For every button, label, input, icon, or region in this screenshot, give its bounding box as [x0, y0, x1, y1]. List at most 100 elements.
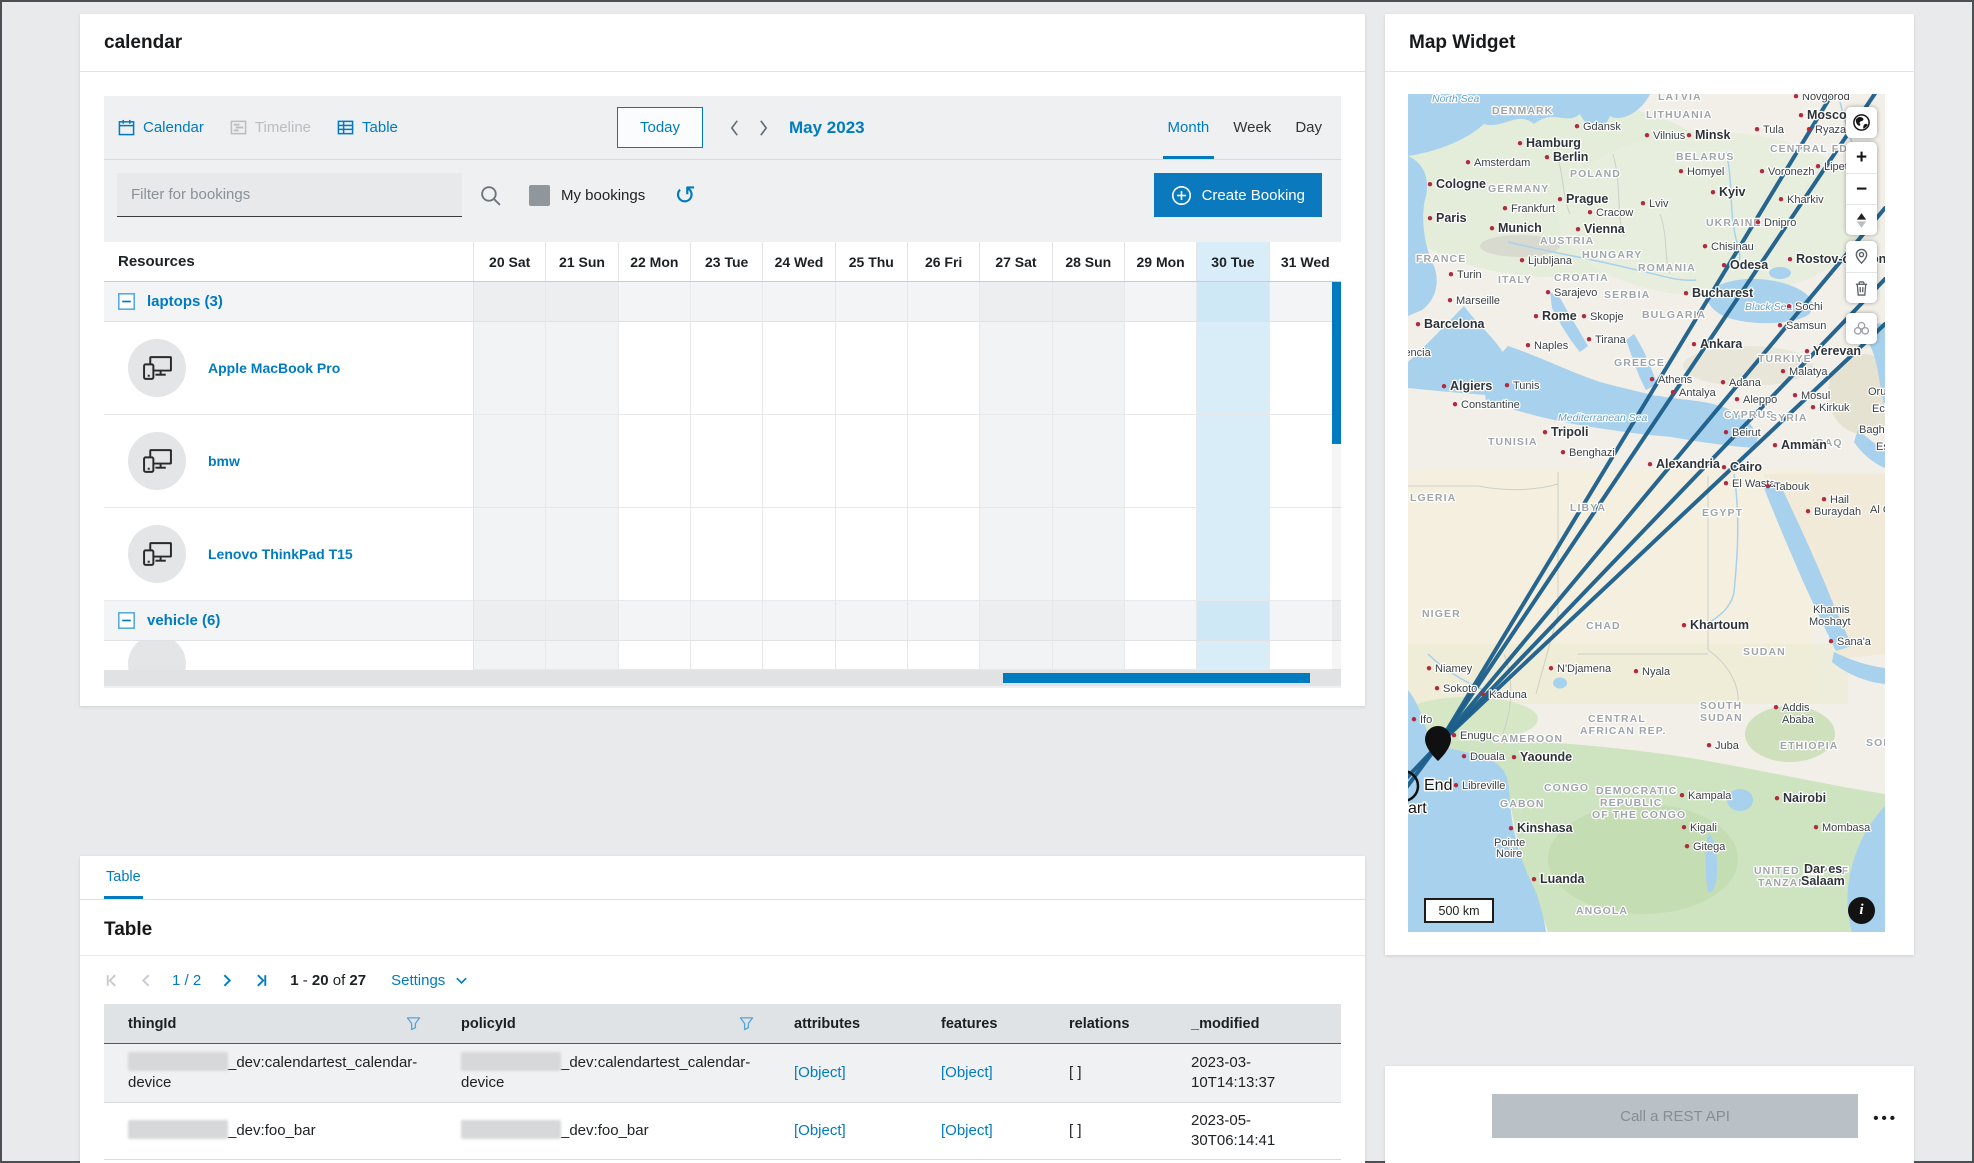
calendar-cell[interactable] — [474, 282, 547, 322]
filter-funnel-icon[interactable] — [406, 1016, 421, 1031]
calendar-cell[interactable] — [546, 601, 619, 641]
calendar-cell[interactable] — [1124, 508, 1198, 601]
calendar-cell[interactable] — [1197, 322, 1270, 415]
calendar-cell[interactable] — [690, 508, 764, 601]
calendar-cell[interactable] — [835, 641, 908, 670]
calendar-cell[interactable] — [835, 601, 908, 641]
resource-name[interactable]: Apple MacBook Pro — [208, 360, 340, 376]
calendar-cell[interactable] — [546, 282, 619, 322]
calendar-cell[interactable] — [1269, 641, 1341, 670]
calendar-cell[interactable] — [618, 415, 691, 508]
overflow-menu-icon[interactable]: ••• — [1873, 1110, 1898, 1127]
calendar-cell[interactable] — [1269, 282, 1341, 322]
table-row[interactable]: _dev:foo_bar _dev:foo_bar [Object] [Object]… — [104, 1103, 1341, 1160]
tilt-control[interactable] — [1846, 204, 1877, 235]
calendar-cell[interactable] — [980, 641, 1053, 670]
calendar-cell[interactable] — [835, 282, 908, 322]
attributes-cell[interactable]: [Object] — [770, 1055, 917, 1091]
calendar-cell[interactable] — [907, 601, 981, 641]
calendar-cell[interactable] — [907, 508, 981, 601]
horizontal-scrollbar[interactable] — [104, 670, 1341, 686]
previous-period-icon[interactable] — [725, 115, 744, 141]
calendar-cell[interactable] — [1197, 641, 1270, 670]
calendar-cell[interactable] — [690, 601, 764, 641]
calendar-cell[interactable] — [907, 415, 981, 508]
calendar-cell[interactable] — [980, 508, 1053, 601]
today-button[interactable]: Today — [617, 107, 703, 148]
calendar-cell[interactable] — [690, 415, 764, 508]
resource-name[interactable]: Lenovo ThinkPad T15 — [208, 546, 353, 562]
last-page-icon[interactable] — [252, 972, 269, 989]
location-pin-icon[interactable] — [1846, 241, 1877, 272]
calendar-cell[interactable] — [763, 508, 836, 601]
collapse-group-icon[interactable] — [118, 612, 135, 629]
features-cell[interactable]: [Object] — [917, 1113, 1045, 1149]
calendar-cell[interactable] — [474, 322, 547, 415]
trash-icon[interactable] — [1846, 272, 1877, 303]
view-calendar-button[interactable]: Calendar — [118, 119, 204, 136]
calendar-cell[interactable] — [474, 641, 547, 670]
calendar-cell[interactable] — [763, 322, 836, 415]
vertical-scrollbar-thumb[interactable] — [1332, 282, 1341, 444]
vertical-scrollbar[interactable] — [1332, 282, 1341, 670]
calendar-cell[interactable] — [618, 601, 691, 641]
calendar-cell[interactable] — [763, 282, 836, 322]
calendar-cell[interactable] — [907, 282, 981, 322]
calendar-cell[interactable] — [618, 282, 691, 322]
tab-table[interactable]: Table — [104, 869, 143, 899]
group-label[interactable]: vehicle (6) — [147, 612, 220, 629]
calendar-cell[interactable] — [474, 415, 547, 508]
calendar-cell[interactable] — [907, 641, 981, 670]
calendar-cell[interactable] — [835, 508, 908, 601]
range-week-button[interactable]: Week — [1233, 96, 1271, 159]
next-page-icon[interactable] — [218, 972, 235, 989]
calendar-cell[interactable] — [1124, 601, 1198, 641]
calendar-cell[interactable] — [1124, 282, 1198, 322]
search-icon[interactable] — [479, 184, 502, 207]
calendar-cell[interactable] — [474, 601, 547, 641]
zoom-out-button[interactable]: − — [1846, 173, 1877, 204]
calendar-cell[interactable] — [763, 641, 836, 670]
settings-button[interactable]: Settings — [391, 972, 469, 989]
calendar-cell[interactable] — [1197, 415, 1270, 508]
calendar-cell[interactable] — [546, 641, 619, 670]
calendar-cell[interactable] — [474, 508, 547, 601]
calendar-cell[interactable] — [1269, 508, 1341, 601]
calendar-cell[interactable] — [1124, 322, 1198, 415]
calendar-cell[interactable] — [1269, 601, 1341, 641]
calendar-cell[interactable] — [690, 322, 764, 415]
zoom-in-button[interactable]: + — [1846, 142, 1877, 173]
filter-funnel-icon[interactable] — [739, 1016, 754, 1031]
calendar-cell[interactable] — [1052, 641, 1125, 670]
calendar-cell[interactable] — [1269, 322, 1341, 415]
range-month-button[interactable]: Month — [1162, 96, 1214, 159]
page-indicator[interactable]: 1 / 2 — [172, 972, 201, 989]
calendar-cell[interactable] — [1052, 601, 1125, 641]
filter-bookings-input[interactable] — [117, 173, 462, 217]
previous-page-icon[interactable] — [138, 972, 155, 989]
features-cell[interactable]: [Object] — [917, 1055, 1045, 1091]
globe-icon[interactable] — [1846, 107, 1877, 138]
view-timeline-button[interactable]: Timeline — [230, 119, 311, 136]
attributes-cell[interactable]: [Object] — [770, 1113, 917, 1149]
calendar-cell[interactable] — [1052, 415, 1125, 508]
calendar-cell[interactable] — [546, 415, 619, 508]
calendar-cell[interactable] — [618, 322, 691, 415]
refresh-icon[interactable]: ↺ — [674, 182, 696, 208]
calendar-cell[interactable] — [980, 415, 1053, 508]
calendar-cell[interactable] — [1052, 322, 1125, 415]
calendar-cell[interactable] — [1052, 508, 1125, 601]
first-page-icon[interactable] — [104, 972, 121, 989]
calendar-cell[interactable] — [763, 415, 836, 508]
create-booking-button[interactable]: Create Booking — [1153, 173, 1322, 217]
calendar-cell[interactable] — [907, 322, 981, 415]
calendar-cell[interactable] — [618, 641, 691, 670]
calendar-cell[interactable] — [1124, 415, 1198, 508]
map[interactable]: North Sea Black Sea Mediterranean Sea DENMA… — [1408, 94, 1885, 932]
calendar-cell[interactable] — [690, 282, 764, 322]
my-bookings-checkbox[interactable] — [529, 184, 550, 206]
calendar-cell[interactable] — [546, 508, 619, 601]
map-attribution-info-icon[interactable]: i — [1848, 897, 1875, 924]
resource-name[interactable]: bmw — [208, 453, 240, 469]
calendar-cell[interactable] — [835, 415, 908, 508]
